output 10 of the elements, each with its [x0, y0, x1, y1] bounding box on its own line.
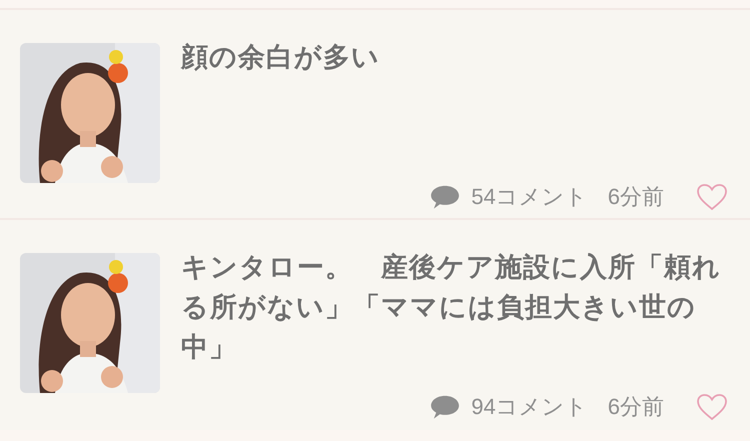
article-title[interactable]: キンタロー。 産後ケア施設に入所「頼れる所がない」「ママには負担大きい世の中」: [181, 247, 726, 367]
comment-icon: [429, 394, 462, 420]
article-title[interactable]: 顔の余白が多い: [181, 37, 726, 77]
comment-count: 94コメント: [471, 393, 588, 421]
heart-icon[interactable]: [696, 182, 728, 210]
heart-icon[interactable]: [696, 392, 728, 420]
post-time: 6分前: [608, 183, 664, 211]
comment-count: 54コメント: [471, 183, 588, 211]
post-time: 6分前: [608, 393, 664, 421]
comment-icon: [429, 184, 462, 210]
